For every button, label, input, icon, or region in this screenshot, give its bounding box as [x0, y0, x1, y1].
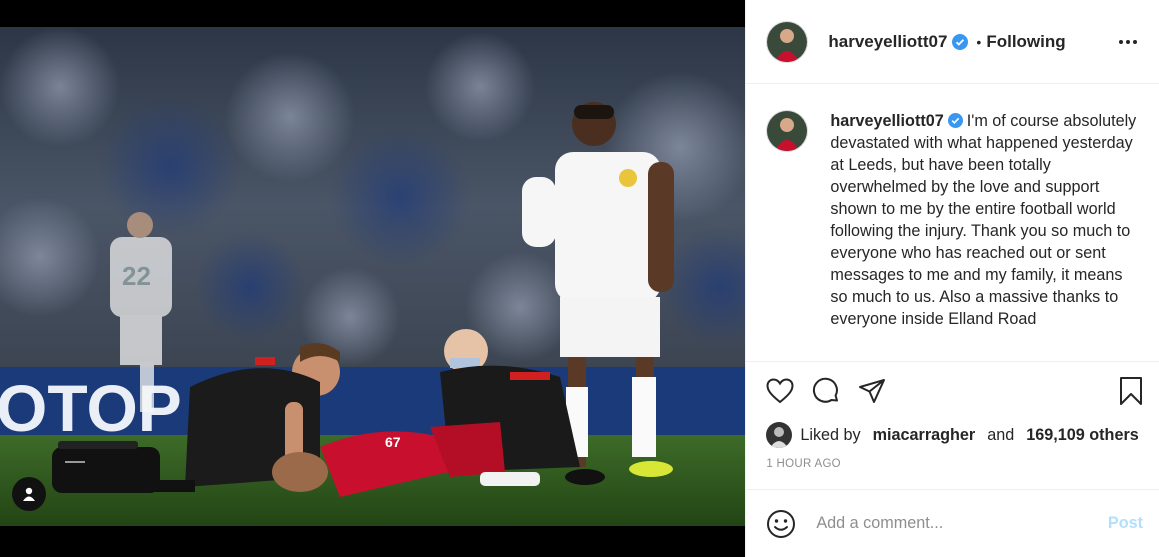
liked-by-user[interactable]: miacarragher	[873, 426, 976, 445]
liker-avatar[interactable]	[766, 422, 793, 448]
caption-text: I'm of course absolutely devastated with…	[830, 112, 1137, 328]
post-media[interactable]: OTOP 22 67	[0, 0, 746, 557]
comment-form: Post	[746, 489, 1159, 557]
action-bar	[746, 362, 1159, 420]
post-header: harveyelliott07 • Following	[746, 0, 1159, 84]
bookmark-icon[interactable]	[1119, 376, 1143, 406]
comment-input[interactable]	[814, 513, 1108, 534]
author-avatar[interactable]	[766, 20, 809, 63]
post-caption: harveyelliott07 I'm of course absolutely …	[830, 110, 1143, 361]
caption-avatar[interactable]	[766, 110, 809, 152]
svg-text:67: 67	[385, 434, 401, 450]
header-user: harveyelliott07 • Following	[828, 32, 1065, 52]
caption-username[interactable]: harveyelliott07	[830, 112, 943, 130]
post-timestamp[interactable]: 1 HOUR AGO	[746, 450, 1159, 476]
kit-bag	[52, 441, 160, 493]
user-tag-icon[interactable]	[12, 477, 46, 511]
comments-area[interactable]: harveyelliott07 I'm of course absolutely …	[746, 84, 1159, 362]
verified-badge-icon	[947, 113, 963, 128]
verified-badge-icon	[952, 33, 969, 50]
smiley-icon[interactable]	[766, 509, 796, 539]
more-options-icon[interactable]	[1113, 34, 1143, 50]
comment-bubble-icon[interactable]	[812, 377, 840, 405]
likes-summary: Liked by miacarragher and 169,109 others	[746, 420, 1159, 450]
ad-board-text: OTOP	[0, 371, 182, 445]
post-comment-button[interactable]: Post	[1108, 514, 1143, 533]
following-button[interactable]: Following	[986, 32, 1065, 52]
likes-conjunction: and	[987, 425, 1015, 444]
likes-count[interactable]: 169,109 others	[1026, 426, 1138, 445]
author-username[interactable]: harveyelliott07	[828, 32, 947, 52]
svg-text:22: 22	[122, 261, 151, 291]
paper-plane-icon[interactable]	[858, 378, 886, 404]
heart-icon[interactable]	[766, 378, 794, 404]
post-photo: OTOP 22 67	[0, 27, 746, 526]
post-side-panel: harveyelliott07 • Following harveyelliot…	[745, 0, 1159, 557]
instagram-post: OTOP 22 67 harveyelliott07 • Following h…	[0, 0, 1159, 557]
separator-dot: •	[976, 33, 982, 50]
likes-prefix: Liked by	[800, 425, 861, 444]
football-injury-photo: OTOP 22 67	[0, 27, 746, 526]
